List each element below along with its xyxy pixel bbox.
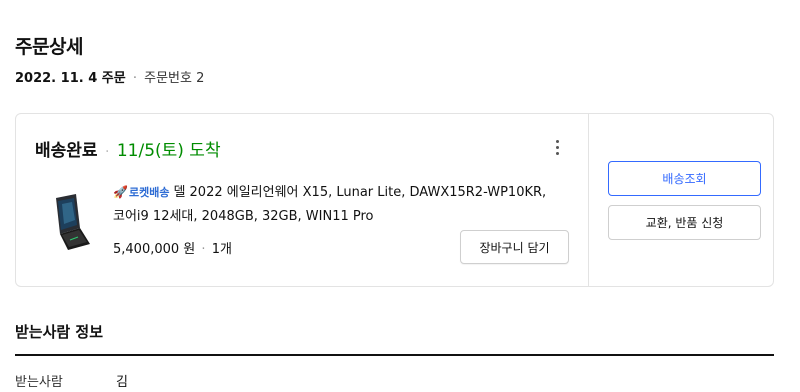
order-number: 주문번호 2: [144, 71, 205, 86]
arrival-date: 11/5(토) 도착: [116, 141, 221, 161]
shipment-card: 배송완료 · 11/5(토) 도착 🚀로켓배송 델 2022 에일리언웨어 X15…: [15, 113, 774, 287]
shipment-actions: 배송조회 교환, 반품 신청: [588, 114, 774, 286]
product-name-line[interactable]: 🚀로켓배송 델 2022 에일리언웨어 X15, Lunar Lite, DAWX…: [113, 180, 553, 229]
order-date: 2022. 11. 4 주문: [15, 71, 126, 86]
add-to-cart-button[interactable]: 장바구니 담기: [460, 230, 569, 264]
product-thumbnail[interactable]: [42, 190, 102, 254]
rocket-delivery-badge: 🚀로켓배송: [113, 185, 170, 199]
rocket-delivery-label: 로켓배송: [128, 186, 170, 199]
status-separator: ·: [104, 144, 110, 160]
track-delivery-button[interactable]: 배송조회: [608, 161, 761, 196]
price-line: 5,400,000 원 · 1개: [113, 238, 232, 257]
product-name[interactable]: 델 2022 에일리언웨어 X15, Lunar Lite, DAWX15R2-…: [113, 185, 546, 224]
product-price: 5,400,000 원: [113, 242, 196, 257]
exchange-return-button[interactable]: 교환, 반품 신청: [608, 205, 761, 240]
product-quantity: 1개: [211, 242, 232, 257]
order-separator: ·: [132, 71, 137, 86]
delivery-status: 배송완료 · 11/5(토) 도착: [35, 136, 221, 161]
price-separator: ·: [201, 242, 206, 257]
recipient-name-value: 김: [116, 375, 128, 390]
rocket-icon: 🚀: [113, 185, 128, 199]
more-options-icon[interactable]: [549, 136, 565, 158]
section-divider: [15, 354, 774, 356]
page-title: 주문상세: [15, 36, 83, 58]
shipment-details: 배송완료 · 11/5(토) 도착 🚀로켓배송 델 2022 에일리언웨어 X15…: [16, 114, 588, 286]
delivery-status-text: 배송완료: [35, 141, 98, 161]
recipient-section-title: 받는사람 정보: [15, 323, 104, 341]
order-meta: 2022. 11. 4 주문 · 주문번호 2: [15, 67, 204, 86]
recipient-name-label: 받는사람: [15, 375, 63, 390]
